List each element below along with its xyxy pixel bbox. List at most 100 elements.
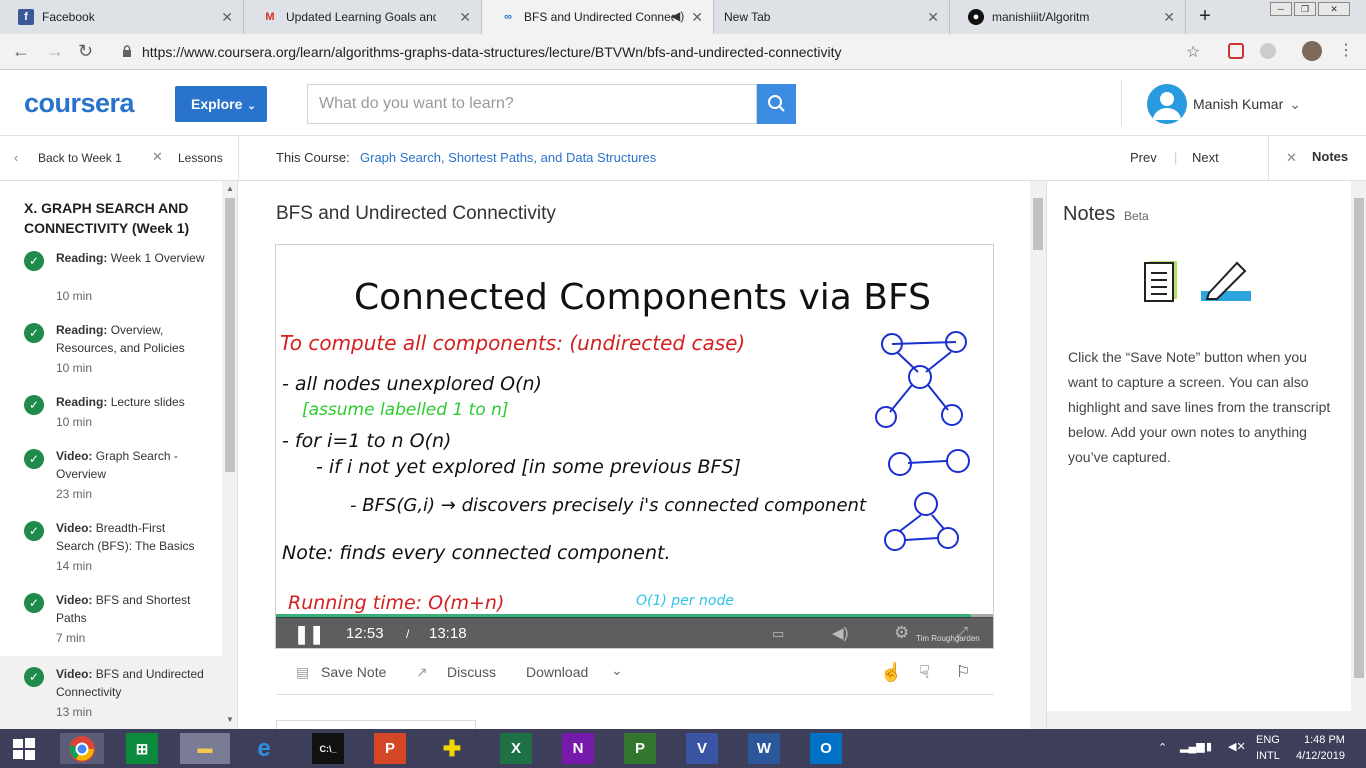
scroll-up-arrow-icon[interactable]: ▲ [226,184,234,193]
lesson-item[interactable]: ✓ Video: Breadth-First Search (BFS): The… [0,519,222,581]
volume-muted-icon[interactable]: ◀✕ [1228,740,1246,753]
new-tab-button[interactable]: + [1194,6,1216,28]
chevron-down-icon[interactable]: ⌄ [611,662,623,679]
chevron-down-icon: ⌄ [1289,96,1301,112]
lessons-link[interactable]: Lessons [178,151,223,165]
scroll-down-arrow-icon[interactable]: ▼ [226,715,234,724]
lesson-duration: 10 min [56,289,93,303]
chrome-icon[interactable] [60,733,104,764]
lesson-item[interactable]: ✓ Video: Graph Search - Overview 23 min [0,447,222,509]
thumbs-down-icon[interactable]: ☟ [919,662,930,683]
clock-time[interactable]: 1:48 PM [1304,734,1345,746]
powerpoint-icon[interactable]: P [374,733,406,764]
course-name-link[interactable]: Graph Search, Shortest Paths, and Data S… [360,150,656,165]
search-button[interactable] [757,84,796,124]
search-input[interactable]: What do you want to learn? [307,84,757,124]
completed-check-icon: ✓ [24,323,44,343]
captions-icon[interactable]: ▭ [772,626,784,642]
project-icon[interactable]: P [624,733,656,764]
lesson-item[interactable]: ✓ Reading: Week 1 Overview 10 min [0,249,222,311]
notes-beta-badge: Beta [1124,209,1149,223]
thumbs-up-icon[interactable]: ☝ [880,662,902,683]
cmd-icon[interactable]: C:\_ [312,733,344,764]
explore-button[interactable]: Explore ⌄ [175,86,267,122]
save-note-button[interactable]: Save Note [321,664,386,680]
volume-icon[interactable]: ◀) [832,624,849,642]
user-avatar[interactable] [1147,84,1187,124]
restore-button[interactable]: ❐ [1294,2,1316,16]
battery-icon[interactable]: ▮ [1206,740,1212,753]
settings-gear-icon[interactable]: ⚙ [894,623,909,643]
store-icon[interactable]: ⊞ [126,733,158,764]
tab-coursera-active[interactable]: ∞ BFS and Undirected Connec ◀) ✕ [482,0,714,34]
tab-github[interactable]: ● manishiiit/Algoritm ✕ [950,0,1186,34]
back-to-week-link[interactable]: Back to Week 1 [38,151,122,165]
browser-tab-bar: f Facebook ✕ M Updated Learning Goals an… [0,0,1366,34]
close-icon[interactable]: ✕ [152,149,163,165]
main-scrollbar[interactable] [1030,181,1046,729]
download-button[interactable]: Download [526,664,588,680]
close-icon[interactable]: ✕ [459,9,471,26]
excel-icon[interactable]: X [500,733,532,764]
word-icon[interactable]: W [748,733,780,764]
close-icon[interactable]: ✕ [221,9,233,26]
network-icon[interactable]: ▂▄▆ [1180,740,1205,753]
lesson-duration: 7 min [56,631,86,645]
prev-button[interactable]: Prev [1130,150,1157,165]
flag-icon[interactable]: ⚐ [956,662,970,682]
minimize-button[interactable]: ─ [1270,2,1292,16]
notes-toggle[interactable]: Notes [1312,149,1348,164]
lecture-subnav: ‹ Back to Week 1 ✕ Lessons This Course: … [0,136,1366,181]
discuss-button[interactable]: Discuss [447,664,496,680]
lesson-duration: 23 min [56,487,93,501]
tab-new-tab[interactable]: New Tab ✕ [714,0,950,34]
notes-title: Notes [1063,203,1116,225]
extension-pocket-icon[interactable] [1228,43,1244,59]
forward-arrow-icon[interactable]: → [46,41,64,62]
reload-icon[interactable]: ↻ [78,41,93,62]
address-bar-row: ← → ↻ https://www.coursera.org/learn/alg… [0,34,1366,70]
tab-facebook[interactable]: f Facebook ✕ [0,0,244,34]
notes-scroll-thumb[interactable] [1354,198,1364,678]
tray-expand-icon[interactable]: ⌃ [1158,741,1167,754]
lesson-kind: Video: [56,593,93,607]
tab-gmail[interactable]: M Updated Learning Goals and Tin ✕ [244,0,482,34]
close-icon[interactable]: ✕ [691,9,703,26]
clock-date[interactable]: 4/12/2019 [1296,750,1345,762]
lesson-item[interactable]: ✓ Video: BFS and Shortest Paths 7 min [0,591,222,653]
user-menu[interactable]: Manish Kumar ⌄ [1193,96,1301,113]
file-explorer-icon[interactable]: ▬ [180,733,230,764]
fullscreen-icon[interactable]: ⤢ [956,624,968,641]
video-player[interactable]: Connected Components via BFS To compute … [275,244,994,649]
main-scroll-thumb[interactable] [1033,198,1043,250]
sidebar-scroll-thumb[interactable] [225,198,235,472]
pause-icon[interactable]: ❚❚ [294,624,324,645]
windows-start-icon[interactable] [8,733,40,764]
lesson-item-active[interactable]: ✓ Video: BFS and Undirected Connectivity… [0,656,222,729]
next-button[interactable]: Next [1192,150,1219,165]
lesson-item[interactable]: ✓ Reading: Overview, Resources, and Poli… [0,321,222,383]
notes-horizontal-scrollbar[interactable] [1047,711,1351,729]
menu-dots-icon[interactable]: ⋮ [1338,40,1354,60]
visio-icon[interactable]: V [686,733,718,764]
window-close-button[interactable]: ✕ [1318,2,1350,16]
onenote-icon[interactable]: N [562,733,594,764]
close-icon[interactable]: ✕ [1163,9,1175,26]
language-line-1[interactable]: ENG [1256,734,1280,746]
notes-panel: Notes Beta Click the “Save Note” button … [1046,181,1366,729]
lesson-duration: 14 min [56,559,93,573]
extension-circle-icon[interactable] [1260,43,1276,59]
coursera-logo[interactable]: coursera [24,88,135,119]
game-icon[interactable]: ✚ [436,733,468,764]
audio-playing-icon[interactable]: ◀) [671,9,684,23]
internet-explorer-icon[interactable]: e [248,733,280,764]
close-icon[interactable]: ✕ [927,9,939,26]
bookmark-star-icon[interactable]: ☆ [1186,42,1200,62]
back-arrow-icon[interactable]: ← [12,41,30,62]
close-notes-icon[interactable]: ✕ [1286,150,1297,166]
language-line-2[interactable]: INTL [1256,750,1280,762]
profile-avatar-icon[interactable] [1302,41,1322,61]
lesson-item[interactable]: ✓ Reading: Lecture slides 10 min [0,393,222,439]
outlook-icon[interactable]: O [810,733,842,764]
url-field[interactable]: https://www.coursera.org/learn/algorithm… [116,38,1216,66]
